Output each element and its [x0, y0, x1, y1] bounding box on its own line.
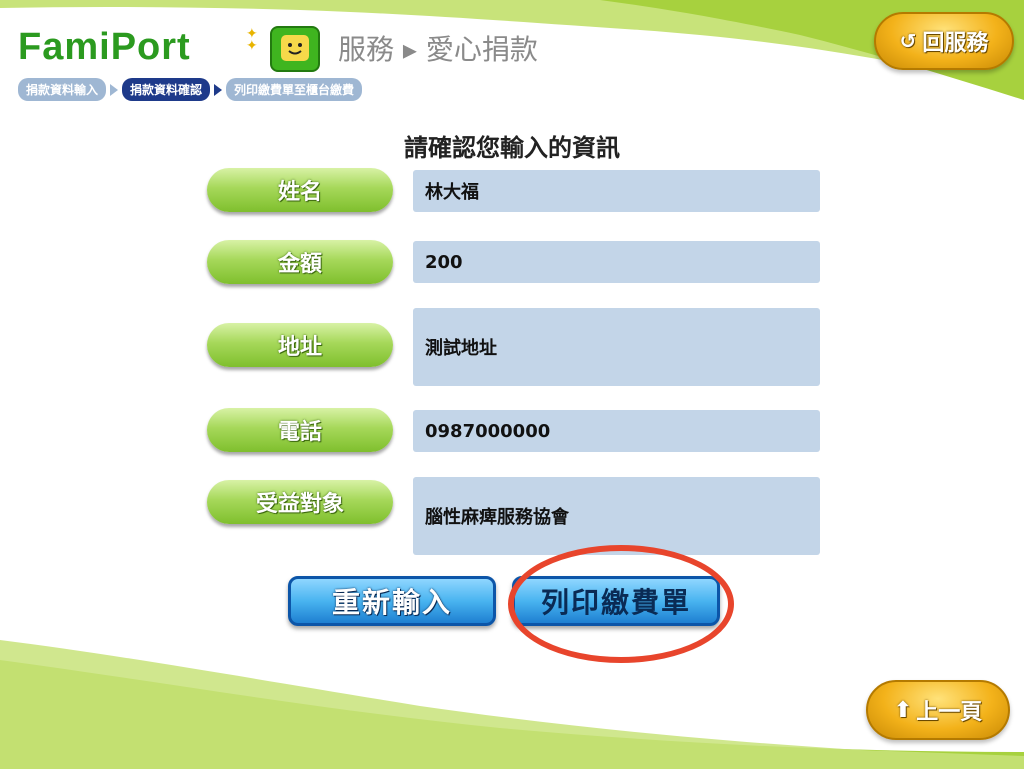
amount-value: 200 — [413, 241, 820, 283]
page-title: 服務 ▸ 愛心捐款 — [338, 33, 538, 66]
amount-label: 金額 — [207, 240, 393, 284]
back-to-service-label: 回服務 — [922, 31, 989, 56]
previous-page-button[interactable]: ⬆ 上一頁 — [866, 680, 1010, 740]
step-print: 列印繳費單至櫃台繳費 — [226, 78, 363, 101]
beneficiary-value: 腦性麻痺服務協會 — [413, 477, 820, 555]
famiport-mascot-icon — [270, 26, 320, 72]
step-confirm: 捐款資料確認 — [122, 78, 211, 101]
previous-page-label: 上一頁 — [916, 700, 983, 725]
address-value: 測試地址 — [413, 308, 820, 386]
step-input: 捐款資料輸入 — [18, 78, 107, 101]
phone-value: 0987000000 — [413, 410, 820, 452]
up-arrow-icon: ⬆ — [893, 697, 913, 723]
highlight-circle — [508, 545, 734, 663]
beneficiary-label: 受益對象 — [207, 480, 393, 524]
step-indicator: 捐款資料輸入 捐款資料確認 列印繳費單至櫃台繳費 — [18, 78, 363, 101]
address-label: 地址 — [207, 323, 393, 367]
step-arrow-icon — [214, 83, 223, 96]
phone-label: 電話 — [207, 408, 393, 452]
famiport-logo: FamiPort — [18, 26, 191, 68]
smile-icon — [288, 43, 302, 55]
name-label: 姓名 — [207, 168, 393, 212]
return-arrow-icon: ↺ — [899, 29, 917, 53]
back-to-service-button[interactable]: ↺ 回服務 — [874, 12, 1014, 70]
confirm-heading: 請確認您輸入的資訊 — [404, 134, 620, 162]
logo-stars-icon: ✦ ✦ — [246, 26, 258, 54]
step-arrow-icon — [110, 83, 119, 96]
name-value: 林大福 — [413, 170, 820, 212]
mascot-face-icon — [281, 35, 309, 61]
reenter-button[interactable]: 重新輸入 — [288, 576, 496, 626]
